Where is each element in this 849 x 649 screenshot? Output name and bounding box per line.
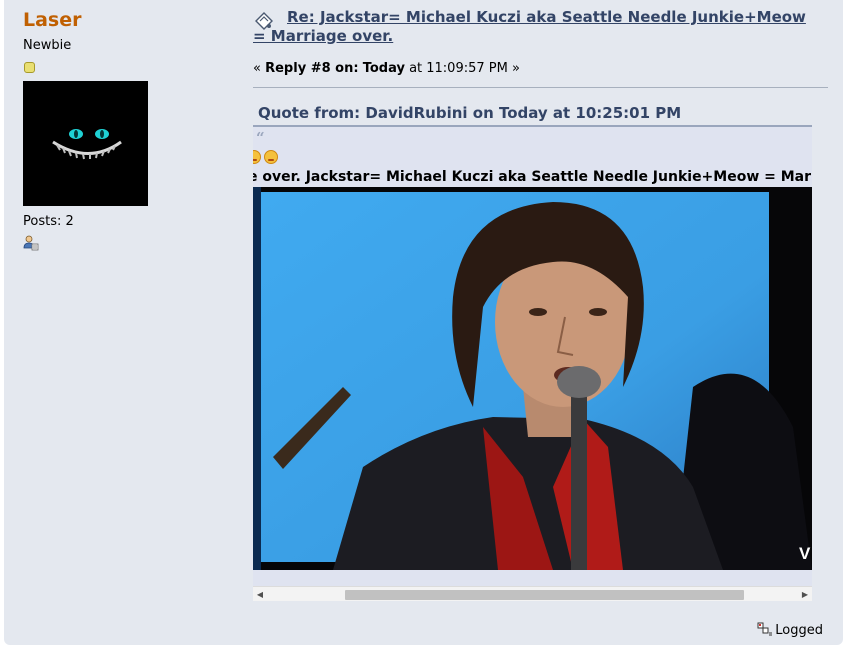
avatar [23, 81, 148, 206]
star-icon [24, 62, 35, 73]
quote-box[interactable]: “ e over. Jackstar= Michael Kuczi aka Se… [253, 125, 812, 601]
horizontal-scrollbar[interactable]: ◀ ▶ [253, 586, 812, 601]
profile-icon[interactable] [23, 235, 39, 251]
poster-info: Laser Newbie Posts: 2 [23, 8, 223, 251]
emoji-row [253, 149, 281, 165]
post-subject-link[interactable]: Re: Jackstar= Michael Kuczi aka Seattle … [253, 8, 813, 46]
logged-label: Logged [775, 623, 823, 638]
quote-text: e over. Jackstar= Michael Kuczi aka Seat… [253, 169, 812, 185]
emoji-icon [264, 150, 278, 164]
scroll-left-arrow-icon[interactable]: ◀ [255, 590, 265, 600]
member-group-label: Newbie [23, 38, 72, 53]
divider [253, 87, 828, 88]
emoji-icon [253, 150, 261, 164]
scrollbar-thumb[interactable] [345, 590, 744, 600]
post-header: Re: Jackstar= Michael Kuczi aka Seattle … [253, 8, 829, 64]
video-frame-image: V [253, 187, 812, 570]
cheshire-grin-image [23, 81, 148, 206]
post-body: Re: Jackstar= Michael Kuczi aka Seattle … [253, 8, 829, 601]
video-watermark: V [799, 544, 811, 563]
ip-logged-icon [757, 622, 773, 636]
post-container: Laser Newbie Posts: 2 Re: Jackstar= Mich… [4, 0, 843, 645]
poster-name-link[interactable]: Laser [23, 8, 223, 32]
quote-header-link[interactable]: Quote from: DavidRubini on Today at 10:2… [258, 104, 829, 123]
logged-indicator: Logged [757, 622, 823, 640]
embedded-video[interactable]: V [253, 187, 812, 570]
post-count: Posts: 2 [23, 214, 74, 229]
quote-mark-icon: “ [256, 129, 265, 147]
scroll-right-arrow-icon[interactable]: ▶ [800, 590, 810, 600]
